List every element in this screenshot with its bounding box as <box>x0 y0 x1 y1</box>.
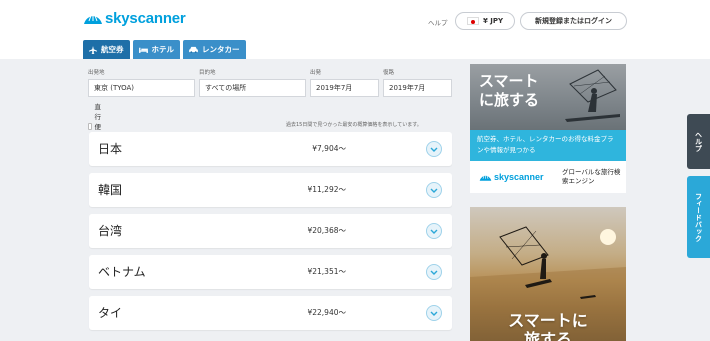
ad-title: スマート に旅する <box>479 72 540 109</box>
result-row[interactable]: 韓国 ¥11,292～ <box>89 173 452 207</box>
plane-icon <box>89 45 97 54</box>
destination-field-group: 目的地 すべての場所 <box>199 68 306 97</box>
destination-price: ¥11,292～ <box>307 185 346 194</box>
destination-name: 韓国 <box>98 183 123 197</box>
destination-price: ¥20,368～ <box>307 226 346 235</box>
skyscanner-logo[interactable]: skyscanner <box>83 10 186 27</box>
feedback-side-label: フィードバック <box>694 192 703 242</box>
ad-footer: skyscanner グローバルな旅行検索エンジン <box>470 161 626 193</box>
sunrise-cloud-icon <box>84 11 102 24</box>
tab-hotels[interactable]: ホテル <box>132 40 180 59</box>
destination-name: ベトナム <box>98 265 146 279</box>
currency-button[interactable]: ¥ JPY <box>455 12 515 30</box>
tab-label: 航空券 <box>101 45 124 54</box>
japan-flag-icon <box>466 17 479 25</box>
feedback-side-tab[interactable]: フィードバック <box>687 176 710 258</box>
tab-label: ホテル <box>151 45 175 54</box>
ad-tagline: グローバルな旅行検索エンジン <box>562 168 621 185</box>
destination-price: ¥7,904～ <box>312 144 346 153</box>
price-note: 過去15日間で見つかった最安の概算価格を表示しています。 <box>286 122 422 128</box>
ad-logo-text: skyscanner <box>494 172 544 182</box>
help-side-label: ヘルプ <box>694 131 703 152</box>
login-button[interactable]: 新規登録またはログイン <box>520 12 627 30</box>
depart-field-group: 出発 2019年7月 <box>310 68 379 97</box>
tab-label: レンタカー <box>202 45 240 54</box>
destination-name: 台湾 <box>98 224 123 238</box>
return-label: 復路 <box>383 70 395 76</box>
depart-label: 出発 <box>310 70 322 76</box>
expand-chevron-icon[interactable] <box>426 223 442 239</box>
skyscanner-ad-banner-2[interactable]: スマートに 旅する <box>470 207 626 341</box>
sunrise-cloud-icon <box>479 172 492 181</box>
vertical-tabs: 航空券 ホテル レンタカー <box>83 40 246 59</box>
tab-flights[interactable]: 航空券 <box>83 40 130 59</box>
expand-chevron-icon[interactable] <box>426 141 442 157</box>
expand-chevron-icon[interactable] <box>426 264 442 280</box>
destination-name: 日本 <box>98 142 123 156</box>
result-row[interactable]: 日本 ¥7,904～ <box>89 132 452 166</box>
expand-chevron-icon[interactable] <box>426 182 442 198</box>
tab-car-rental[interactable]: レンタカー <box>183 40 246 59</box>
direct-only-checkbox[interactable] <box>88 122 92 130</box>
destination-name: タイ <box>98 306 123 320</box>
result-row[interactable]: タイ ¥22,940～ <box>89 296 452 330</box>
origin-field-group: 出発地 東京 (TYOA) <box>88 68 195 97</box>
origin-input[interactable]: 東京 (TYOA) <box>88 79 195 97</box>
help-link[interactable]: ヘルプ <box>428 17 448 27</box>
car-icon <box>189 46 198 53</box>
bed-icon <box>138 47 148 53</box>
origin-label: 出発地 <box>88 70 105 76</box>
ad-title: スマートに 旅する <box>508 311 588 341</box>
ad-description: 航空券、ホテル、レンタカーのお得な料金プランや情報が見つかる <box>470 130 626 161</box>
result-row[interactable]: ベトナム ¥21,351～ <box>89 255 452 289</box>
currency-label: ¥ JPY <box>482 17 504 25</box>
skyscanner-ad-banner[interactable]: スマート に旅する 航空券、ホテル、レンタカーのお得な料金プランや情報が見つかる… <box>470 64 626 193</box>
expand-chevron-icon[interactable] <box>426 305 442 321</box>
top-header: skyscanner ヘルプ ¥ JPY 新規登録またはログイン 航空券 ホテル… <box>0 0 710 59</box>
logo-text: skyscanner <box>105 10 186 27</box>
result-row[interactable]: 台湾 ¥20,368～ <box>89 214 452 248</box>
destination-price: ¥22,940～ <box>307 308 346 317</box>
destination-price: ¥21,351～ <box>307 267 346 276</box>
help-side-tab[interactable]: ヘルプ <box>687 114 710 169</box>
depart-date-input[interactable]: 2019年7月 <box>310 79 379 97</box>
return-field-group: 復路 2019年7月 <box>383 68 452 97</box>
return-date-input[interactable]: 2019年7月 <box>383 79 452 97</box>
ad-logo: skyscanner <box>479 172 544 182</box>
destination-label: 目的地 <box>199 70 216 76</box>
destination-input[interactable]: すべての場所 <box>199 79 306 97</box>
